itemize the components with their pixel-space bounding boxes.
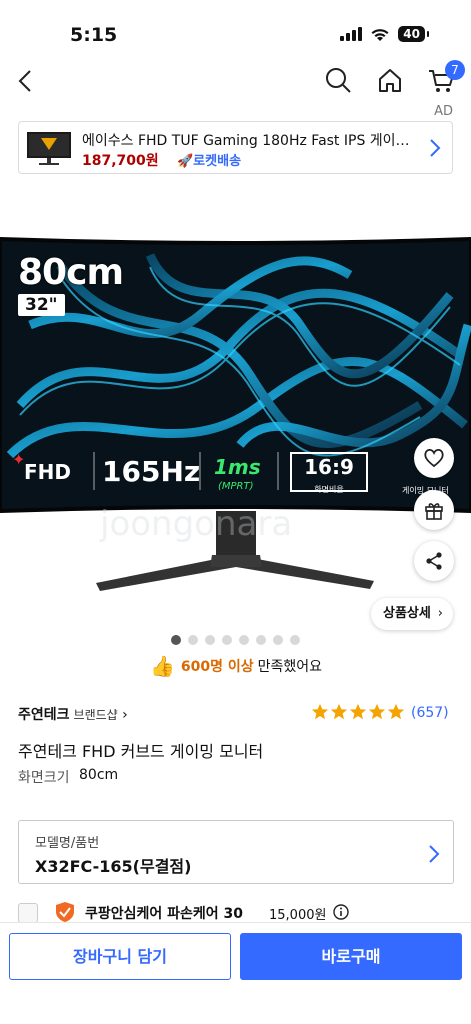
chevron-right-icon xyxy=(429,845,440,863)
carousel-dot[interactable] xyxy=(222,635,232,645)
add-to-cart-button[interactable]: 장바구니 담기 xyxy=(9,933,231,980)
cart-count-badge: 7 xyxy=(445,60,465,80)
cellular-signal-icon xyxy=(340,27,363,41)
carousel-indicators xyxy=(171,635,300,645)
rating-stars[interactable] xyxy=(311,703,405,721)
ad-price: 187,700원 xyxy=(82,153,159,169)
wifi-icon xyxy=(371,28,389,41)
back-arrow-icon[interactable] xyxy=(14,66,38,96)
info-icon[interactable] xyxy=(333,904,349,920)
carousel-dot[interactable] xyxy=(290,635,300,645)
chevron-right-icon: › xyxy=(437,606,443,621)
option-label: 모델명/품번 xyxy=(35,836,100,851)
care-price: 15,000원 xyxy=(269,908,327,923)
star-icon xyxy=(387,703,405,720)
product-detail-button[interactable]: 상품상세 › xyxy=(371,598,453,630)
brand-shop-label: 브랜드샵 xyxy=(73,708,118,722)
gift-button[interactable] xyxy=(414,490,454,530)
care-label: 쿠팡안심케어 파손케어 30 xyxy=(85,906,244,922)
product-detail-label: 상품상세 xyxy=(383,606,431,621)
attribute-value: 80cm xyxy=(79,767,119,783)
shield-icon xyxy=(56,902,74,922)
home-icon[interactable] xyxy=(376,66,404,94)
gift-icon xyxy=(425,503,443,520)
chevron-right-icon: › xyxy=(117,707,128,723)
spec-refresh-rate: 165Hz xyxy=(102,455,201,488)
status-icons: 40 xyxy=(340,26,429,42)
ad-tag: AD xyxy=(434,104,453,119)
carousel-dot[interactable] xyxy=(273,635,283,645)
ad-banner[interactable]: 에이수스 FHD TUF Gaming 180Hz Fast IPS 게이밍 모… xyxy=(18,121,453,174)
care-checkbox[interactable] xyxy=(18,903,38,923)
thumbs-up-icon: 👍 xyxy=(150,654,175,678)
spec-fhd: FHD xyxy=(24,460,72,484)
buy-now-button[interactable]: 바로구매 xyxy=(240,933,462,980)
rocket-delivery-label: 🚀로켓배송 xyxy=(177,154,242,169)
model-option-select[interactable]: 모델명/품번 X32FC-165(무결점) xyxy=(18,820,454,884)
battery-indicator: 40 xyxy=(398,26,429,42)
brand-name: 주연테크 xyxy=(18,707,70,723)
search-icon[interactable] xyxy=(324,66,352,94)
carousel-dot[interactable] xyxy=(256,635,266,645)
star-icon xyxy=(368,703,386,720)
chevron-right-icon xyxy=(430,139,441,157)
carousel-dot[interactable] xyxy=(205,635,215,645)
spec-aspect-ratio-caption: 화면비율 xyxy=(314,485,344,494)
carousel-dot[interactable] xyxy=(239,635,249,645)
review-count[interactable]: (657) xyxy=(411,705,449,721)
status-time: 5:15 xyxy=(70,24,118,46)
ad-title: 에이수스 FHD TUF Gaming 180Hz Fast IPS 게이밍 모… xyxy=(82,133,422,149)
attribute-label: 화면크기 xyxy=(18,770,70,786)
watermark-text: joongonara xyxy=(99,504,292,544)
star-icon xyxy=(311,703,329,720)
option-value: X32FC-165(무결점) xyxy=(35,857,192,876)
spec-response-time: 1ms xyxy=(214,455,261,479)
bottom-action-bar: 장바구니 담기 바로구매 xyxy=(0,922,471,1024)
hero-inch-label: 32" xyxy=(18,294,65,316)
status-bar: 5:15 40 xyxy=(0,0,471,58)
spec-mprt: (MPRT) xyxy=(218,481,254,492)
share-button[interactable] xyxy=(414,541,454,581)
carousel-dot[interactable] xyxy=(171,635,181,645)
brand-link[interactable]: 주연테크 브랜드샵 › xyxy=(18,704,128,724)
heart-icon xyxy=(424,448,444,468)
ad-monitor-thumbnail xyxy=(27,132,71,165)
product-title: 주연테크 FHD 커브드 게이밍 모니터 xyxy=(18,742,264,761)
satisfaction-highlight: 600명 이상 xyxy=(180,659,254,675)
star-icon xyxy=(330,703,348,720)
hero-size-label: 80cm xyxy=(18,252,124,293)
satisfaction-banner: 👍 600명 이상 만족했어요 xyxy=(150,654,322,678)
wishlist-button[interactable] xyxy=(414,438,454,478)
carousel-dot[interactable] xyxy=(188,635,198,645)
product-image-carousel[interactable]: joongonara ✦ 80cm 32" FHD 165Hz 1ms (MPR… xyxy=(0,205,471,625)
share-icon xyxy=(426,552,442,570)
star-icon xyxy=(349,703,367,720)
satisfaction-text: 만족했어요 xyxy=(257,659,323,675)
top-nav: 7 xyxy=(0,58,471,104)
